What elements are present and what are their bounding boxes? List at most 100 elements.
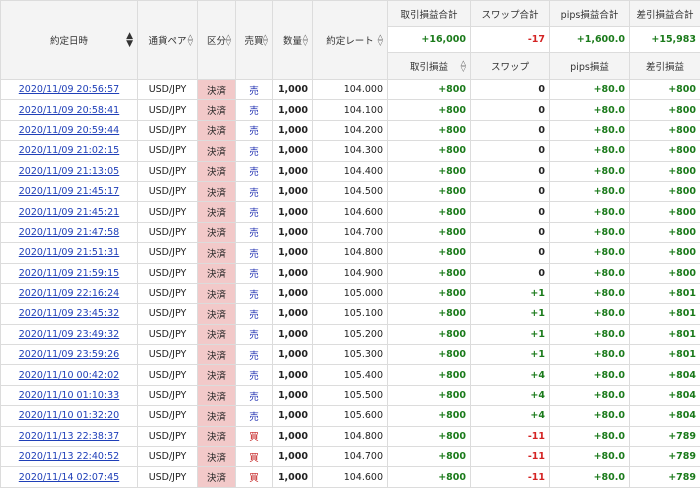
swap-cell: 0: [470, 262, 550, 284]
rate-cell: 105.600: [312, 405, 388, 427]
pl-cell: +800: [387, 344, 471, 366]
trade-date-link[interactable]: 2020/11/10 01:10:33: [19, 390, 119, 401]
net-cell: +804: [629, 384, 700, 407]
trade-date-link[interactable]: 2020/11/09 23:45:32: [19, 308, 119, 319]
pips-cell: +80.0: [549, 425, 630, 448]
trade-date-link[interactable]: 2020/11/10 01:32:20: [19, 410, 119, 421]
net-cell: +800: [629, 119, 700, 142]
rate-cell: 104.900: [312, 262, 388, 284]
net-cell: +789: [629, 466, 700, 488]
swap-cell: -11: [470, 466, 550, 488]
pair-cell: USD/JPY: [137, 466, 198, 488]
trade-date-link[interactable]: 2020/11/09 21:45:21: [19, 207, 119, 218]
trade-date-link[interactable]: 2020/11/09 21:51:31: [19, 247, 119, 258]
col-header-side[interactable]: 売買 △ ▽: [235, 0, 273, 80]
net-cell: +800: [629, 99, 700, 121]
pl-cell: +800: [387, 140, 471, 162]
trade-date-cell: 2020/11/09 20:58:41: [0, 99, 138, 121]
side-cell: 売: [235, 160, 273, 182]
trade-date-link[interactable]: 2020/11/09 21:13:05: [19, 166, 119, 177]
trade-date-cell: 2020/11/10 01:10:33: [0, 384, 138, 407]
pl-cell: +800: [387, 262, 471, 284]
trade-date-link[interactable]: 2020/11/09 23:59:26: [19, 349, 119, 360]
sort-icon[interactable]: △ ▽: [461, 60, 466, 73]
side-cell: 売: [235, 344, 273, 366]
kubun-cell: 決済: [197, 180, 236, 203]
pips-cell: +80.0: [549, 221, 630, 244]
col-header-qty[interactable]: 数量 △ ▽: [272, 0, 313, 80]
pair-cell: USD/JPY: [137, 242, 198, 264]
sort-icon[interactable]: ▲ ▼: [126, 32, 133, 49]
kubun-cell: 決済: [197, 446, 236, 468]
pl-cell: +800: [387, 405, 471, 427]
trade-date-cell: 2020/11/09 22:16:24: [0, 282, 138, 305]
rate-cell: 104.600: [312, 201, 388, 223]
trade-date-link[interactable]: 2020/11/14 02:07:45: [19, 472, 119, 483]
trade-date-link[interactable]: 2020/11/09 23:49:32: [19, 329, 119, 340]
side-cell: 売: [235, 242, 273, 264]
pair-cell: USD/JPY: [137, 446, 198, 468]
trade-date-cell: 2020/11/09 23:45:32: [0, 303, 138, 325]
trade-date-cell: 2020/11/10 00:42:02: [0, 364, 138, 386]
col-header-rate[interactable]: 約定レート △ ▽: [312, 0, 388, 80]
pl-cell: +800: [387, 119, 471, 142]
net-cell: +800: [629, 221, 700, 244]
side-cell: 売: [235, 180, 273, 203]
sort-icon[interactable]: △ ▽: [378, 34, 383, 47]
pl-cell: +800: [387, 201, 471, 223]
pips-cell: +80.0: [549, 201, 630, 223]
side-cell: 売: [235, 323, 273, 346]
side-cell: 買: [235, 446, 273, 468]
kubun-cell: 決済: [197, 262, 236, 284]
total-pl-label: 取引損益合計: [387, 0, 471, 27]
trade-date-link[interactable]: 2020/11/09 20:58:41: [19, 105, 119, 116]
kubun-cell: 決済: [197, 323, 236, 346]
pair-cell: USD/JPY: [137, 282, 198, 305]
sort-icon[interactable]: △ ▽: [226, 34, 231, 47]
table-row: 2020/11/09 20:56:57 USD/JPY 決済売 1,000 104.00…: [0, 78, 700, 101]
trade-history-table: 約定日時 ▲ ▼ 通貨ペア △ ▽ 区分 △ ▽ 売買 △ ▽ 数量 △ ▽ 約…: [0, 0, 700, 488]
trade-date-link[interactable]: 2020/11/09 21:47:58: [19, 227, 119, 238]
swap-cell: 0: [470, 140, 550, 162]
swap-cell: 0: [470, 201, 550, 223]
total-pips-label: pips損益合計: [549, 0, 630, 27]
swap-cell: 0: [470, 99, 550, 121]
trade-date-link[interactable]: 2020/11/13 22:40:52: [19, 451, 119, 462]
pl-cell: +800: [387, 160, 471, 182]
table-row: 2020/11/09 21:45:17 USD/JPY 決済売 1,000 104.50…: [0, 180, 700, 203]
sort-icon[interactable]: △ ▽: [188, 34, 193, 47]
table-row: 2020/11/09 22:16:24 USD/JPY 決済売 1,000 105.00…: [0, 282, 700, 305]
col-header-swap: スワップ: [470, 52, 550, 80]
trade-date-link[interactable]: 2020/11/09 20:56:57: [19, 84, 119, 95]
rate-cell: 104.700: [312, 221, 388, 244]
kubun-cell: 決済: [197, 384, 236, 407]
pair-cell: USD/JPY: [137, 364, 198, 386]
col-header-pair[interactable]: 通貨ペア △ ▽: [137, 0, 198, 80]
pips-cell: +80.0: [549, 262, 630, 284]
table-body: 2020/11/09 20:56:57 USD/JPY 決済売 1,000 104.00…: [0, 78, 700, 488]
sort-icon[interactable]: △ ▽: [303, 34, 308, 47]
trade-date-link[interactable]: 2020/11/09 22:16:24: [19, 288, 119, 299]
swap-cell: 0: [470, 180, 550, 203]
trade-date-link[interactable]: 2020/11/09 21:45:17: [19, 186, 119, 197]
table-row: 2020/11/09 21:13:05 USD/JPY 決済売 1,000 104.40…: [0, 160, 700, 182]
col-header-kubun[interactable]: 区分 △ ▽: [197, 0, 236, 80]
sort-icon[interactable]: △ ▽: [263, 34, 268, 47]
trade-date-link[interactable]: 2020/11/13 22:38:37: [19, 431, 119, 442]
col-header-pl[interactable]: 取引損益 △ ▽: [387, 52, 471, 80]
kubun-cell: 決済: [197, 140, 236, 162]
qty-cell: 1,000: [272, 242, 313, 264]
trade-date-link[interactable]: 2020/11/09 21:02:15: [19, 145, 119, 156]
qty-cell: 1,000: [272, 282, 313, 305]
trade-date-link[interactable]: 2020/11/09 20:59:44: [19, 125, 119, 136]
qty-cell: 1,000: [272, 180, 313, 203]
pair-cell: USD/JPY: [137, 119, 198, 142]
total-swap-label: スワップ合計: [470, 0, 550, 27]
col-header-date[interactable]: 約定日時 ▲ ▼: [0, 0, 138, 80]
pl-cell: +800: [387, 384, 471, 407]
trade-date-link[interactable]: 2020/11/09 21:59:15: [19, 268, 119, 279]
trade-date-link[interactable]: 2020/11/10 00:42:02: [19, 370, 119, 381]
pips-cell: +80.0: [549, 364, 630, 386]
kubun-cell: 決済: [197, 99, 236, 121]
pips-cell: +80.0: [549, 282, 630, 305]
